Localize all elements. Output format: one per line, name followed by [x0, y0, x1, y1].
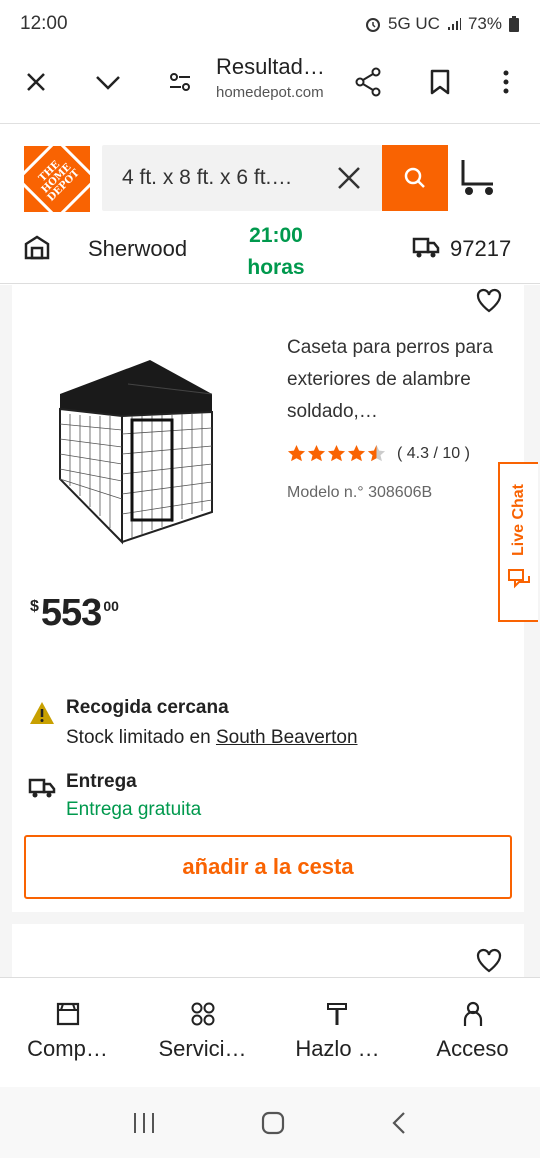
recent-apps-icon[interactable]: [131, 1111, 157, 1135]
product-rating[interactable]: ( 4.3 / 10 ): [287, 444, 470, 463]
search-input[interactable]: 4 ft. x 8 ft. x 6 ft.…: [102, 145, 382, 211]
product-card: [12, 924, 524, 984]
star-full-icon: [327, 444, 346, 462]
close-icon[interactable]: [16, 62, 56, 102]
store-hours-label: horas: [247, 256, 305, 279]
signal-icon: [447, 18, 461, 30]
hammer-icon: [326, 1003, 347, 1025]
status-bar: 12:00 5G UC 73%: [0, 0, 540, 48]
url-block[interactable]: Resultad… homedepot.com: [216, 54, 336, 101]
live-chat-tab[interactable]: Live Chat: [498, 462, 538, 622]
favorite-heart-icon[interactable]: [475, 947, 503, 973]
warning-icon: [30, 702, 54, 724]
store-hours-time: 21:00: [249, 224, 303, 247]
price-decimal: 00: [103, 598, 119, 614]
store-name[interactable]: Sherwood: [88, 236, 187, 262]
product-image[interactable]: [50, 354, 220, 546]
search-button[interactable]: [382, 145, 448, 211]
delivery-title: Entrega: [66, 771, 137, 792]
alarm-icon: [366, 18, 380, 32]
chevron-down-icon[interactable]: [88, 62, 128, 102]
page-settings-icon[interactable]: [160, 62, 200, 102]
nav-label: Acceso: [436, 1036, 509, 1061]
clear-search-icon[interactable]: [334, 163, 364, 193]
bottom-navigation: Comp… Servici… Hazlo … Acceso: [0, 977, 540, 1087]
price-integer: 553: [40, 592, 102, 634]
star-full-icon: [347, 444, 366, 462]
cart-icon[interactable]: [460, 158, 500, 198]
search-icon: [404, 167, 425, 188]
site-header: THE HOME DEPOT 4 ft. x 8 ft. x 6 ft.… Sh…: [0, 124, 540, 284]
status-indicators: 5G UC 73%: [364, 14, 520, 34]
pickup-store-link[interactable]: South Beaverton: [216, 727, 358, 748]
favorite-heart-icon[interactable]: [475, 287, 503, 313]
product-title[interactable]: Caseta para perros para exteriores de al…: [287, 332, 497, 428]
home-depot-logo[interactable]: THE HOME DEPOT: [15, 137, 99, 221]
nav-label: Hazlo …: [295, 1036, 380, 1061]
nav-label: Comp…: [27, 1036, 108, 1061]
price-currency: $: [30, 598, 39, 615]
store-front-icon: [56, 1002, 79, 1026]
logo-text: THE HOME DEPOT: [15, 137, 99, 221]
star-full-icon: [307, 444, 326, 462]
nav-services[interactable]: Servici…: [135, 978, 270, 1087]
store-hours: 21:00 horas: [236, 220, 316, 284]
star-full-icon: [287, 444, 306, 462]
product-price: $ 553 00: [30, 592, 119, 635]
page-title: Resultad…: [216, 54, 325, 79]
nav-shop[interactable]: Comp…: [0, 978, 135, 1087]
chat-bubble-icon: [508, 569, 530, 589]
nav-diy[interactable]: Hazlo …: [270, 978, 405, 1087]
nav-label: Servici…: [158, 1036, 247, 1061]
zip-code[interactable]: 97217: [450, 236, 511, 262]
system-navigation-bar: [0, 1087, 540, 1158]
status-time: 12:00: [20, 13, 68, 34]
pickup-availability: Stock limitado en South Beaverton: [66, 727, 358, 749]
search-query: 4 ft. x 8 ft. x 6 ft.…: [122, 166, 293, 189]
store-info-row: Sherwood 21:00 horas 97217: [0, 220, 540, 280]
services-icon: [191, 1002, 214, 1026]
page-domain: homedepot.com: [216, 84, 324, 101]
nav-account[interactable]: Acceso: [405, 978, 540, 1087]
battery-level: 73%: [467, 14, 502, 33]
store-icon[interactable]: [24, 234, 50, 260]
network-type: 5G UC: [388, 14, 440, 33]
battery-icon: [509, 16, 519, 32]
delivery-truck-icon[interactable]: [412, 234, 440, 260]
person-icon: [463, 1001, 482, 1026]
more-options-icon[interactable]: [486, 62, 526, 102]
pickup-title: Recogida cercana: [66, 697, 229, 718]
browser-toolbar: Resultad… homedepot.com: [0, 48, 540, 124]
live-chat-label: Live Chat: [510, 484, 527, 557]
rating-text: ( 4.3 / 10 ): [397, 444, 470, 462]
share-icon[interactable]: [348, 62, 388, 102]
model-number: Modelo n.° 308606B: [287, 484, 433, 501]
add-to-cart-button[interactable]: añadir a la cesta: [24, 835, 512, 899]
back-icon[interactable]: [389, 1110, 409, 1136]
home-icon[interactable]: [260, 1110, 286, 1136]
delivery-truck-icon: [28, 778, 56, 798]
delivery-status: Entrega gratuita: [66, 799, 202, 820]
star-partial-icon: [367, 444, 386, 462]
pickup-prefix: Stock limitado en: [66, 727, 216, 748]
bookmark-icon[interactable]: [420, 62, 460, 102]
